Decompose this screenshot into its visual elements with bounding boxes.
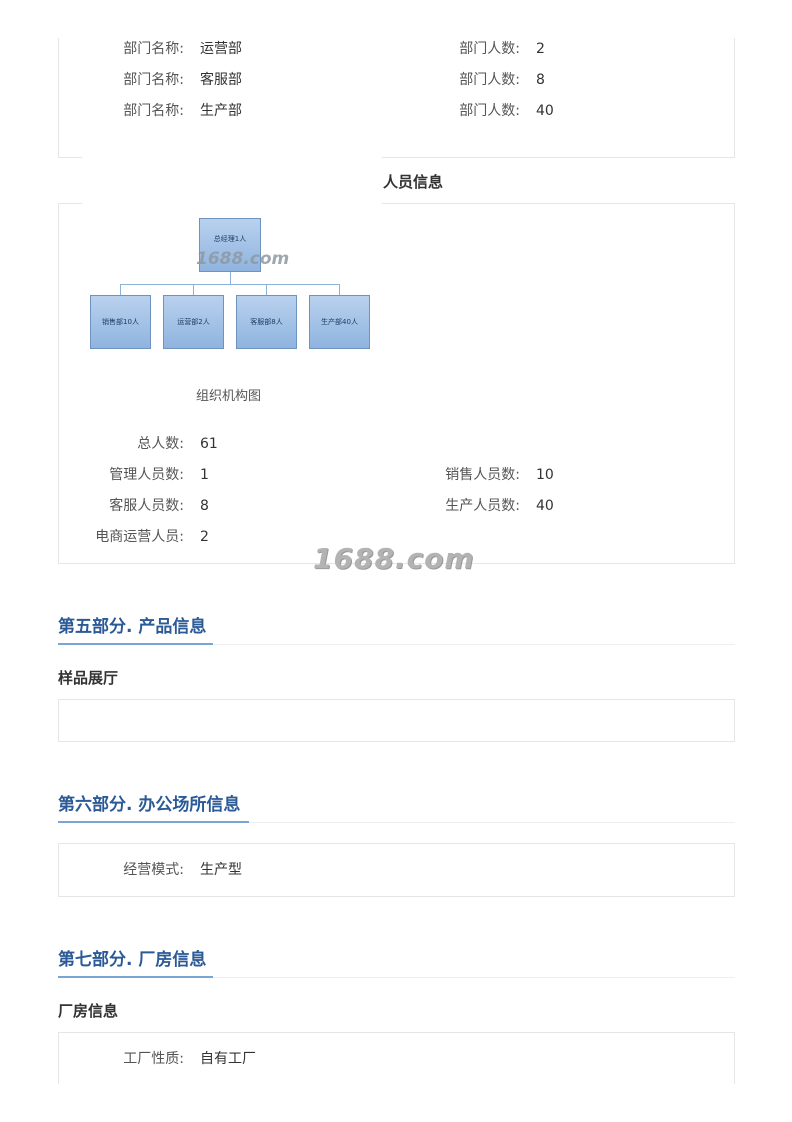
section-5-title: 第五部分. 产品信息 [58,617,207,637]
department-count-label: 部门人数: [459,103,520,119]
total-staff-value: 61 [200,436,218,452]
business-mode-row: 经营模式: 生产型 [0,860,792,880]
section-underline [58,976,213,978]
department-name-label: 部门名称: [123,72,184,88]
org-connector [266,284,267,295]
business-mode-value: 生产型 [200,862,242,878]
department-name: 运营部 [200,41,242,57]
org-connector [339,284,340,295]
factory-nature-value: 自有工厂 [200,1051,256,1067]
department-count-label: 部门人数: [459,41,520,57]
sample-showroom-title: 样品展厅 [58,669,119,687]
department-row: 部门名称: 客服部 部门人数: 8 [0,70,792,90]
ecommerce-staff-label: 电商运营人员: [95,529,184,545]
org-node-child: 运营部2人 [163,295,224,349]
management-staff-value: 1 [200,467,209,483]
department-name: 生产部 [200,103,242,119]
factory-nature-label: 工厂性质: [123,1051,184,1067]
ecommerce-staff-value: 2 [200,529,209,545]
sales-staff-value: 10 [536,467,554,483]
org-connector [230,272,231,284]
org-connector [120,284,340,285]
department-row: 部门名称: 生产部 部门人数: 40 [0,101,792,121]
org-connector [193,284,194,295]
stat-row: 客服人员数: 8 生产人员数: 40 [0,496,792,516]
org-node-child: 客服部8人 [236,295,297,349]
total-staff-label: 总人数: [137,436,184,452]
section-underline [58,821,249,823]
watermark-large: 1688.com [313,542,475,575]
production-staff-label: 生产人员数: [445,498,520,514]
service-staff-value: 8 [200,498,209,514]
section-6-title: 第六部分. 办公场所信息 [58,795,241,815]
department-count: 2 [536,41,545,57]
management-staff-label: 管理人员数: [109,467,184,483]
department-count: 8 [536,72,545,88]
watermark-small: 1688.com [196,249,290,269]
factory-info-title: 厂房信息 [58,1002,119,1020]
stat-row: 总人数: 61 [0,434,792,454]
section-underline [58,643,213,645]
production-staff-value: 40 [536,498,554,514]
business-mode-label: 经营模式: [123,862,184,878]
stat-row: 管理人员数: 1 销售人员数: 10 [0,465,792,485]
section-7-title: 第七部分. 厂房信息 [58,950,207,970]
department-name-label: 部门名称: [123,103,184,119]
org-node-child: 销售部10人 [90,295,151,349]
department-count-label: 部门人数: [459,72,520,88]
org-connector [120,284,121,295]
sales-staff-label: 销售人员数: [445,467,520,483]
org-node-child: 生产部40人 [309,295,370,349]
org-chart-caption: 组织机构图 [196,389,262,404]
service-staff-label: 客服人员数: [109,498,184,514]
department-count: 40 [536,103,554,119]
sample-showroom-box [58,699,735,742]
department-name: 客服部 [200,72,242,88]
personnel-title: 人员信息 [383,173,444,191]
department-name-label: 部门名称: [123,41,184,57]
department-row: 部门名称: 运营部 部门人数: 2 [0,39,792,59]
factory-nature-row: 工厂性质: 自有工厂 [0,1049,792,1069]
